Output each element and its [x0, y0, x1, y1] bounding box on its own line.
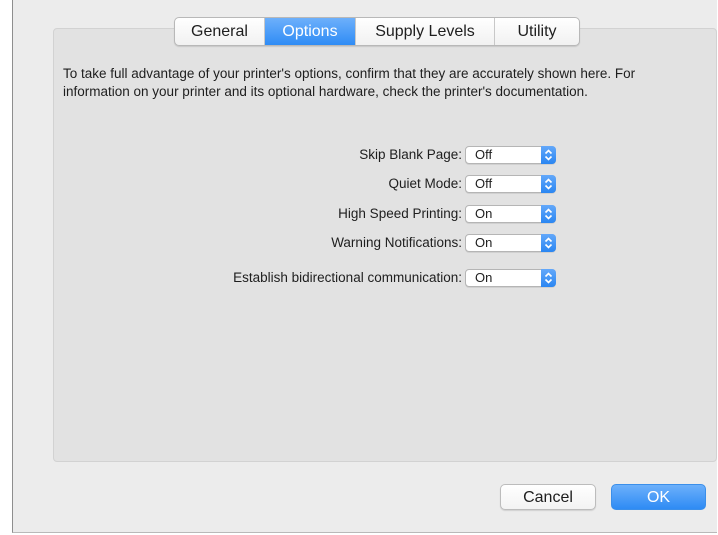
tab-general[interactable]: General: [175, 18, 265, 45]
popup-value: On: [475, 206, 493, 221]
popup-value: On: [475, 270, 493, 285]
chevron-up-down-icon: [541, 205, 556, 223]
option-label: Establish bidirectional communication:: [233, 270, 462, 285]
cancel-button[interactable]: Cancel: [500, 484, 596, 510]
high-speed-printing-popup[interactable]: On: [465, 205, 556, 223]
option-row-warning-notifications: Warning Notifications: On: [150, 233, 570, 253]
popup-value: Off: [475, 147, 493, 162]
option-row-high-speed-printing: High Speed Printing: On: [150, 204, 570, 224]
option-label: Skip Blank Page:: [359, 147, 462, 162]
option-label: High Speed Printing:: [338, 206, 462, 221]
option-row-bidirectional-communication: Establish bidirectional communication: O…: [150, 268, 570, 288]
tab-options[interactable]: Options: [265, 18, 356, 45]
chevron-up-down-icon: [541, 269, 556, 287]
warning-notifications-popup[interactable]: On: [465, 234, 556, 252]
popup-value: On: [475, 235, 493, 250]
bidirectional-communication-popup[interactable]: On: [465, 269, 556, 287]
ok-button[interactable]: OK: [611, 484, 706, 510]
option-label: Quiet Mode:: [388, 176, 462, 191]
chevron-up-down-icon: [541, 146, 556, 164]
chevron-up-down-icon: [541, 175, 556, 193]
tab-bar: General Options Supply Levels Utility: [174, 17, 580, 46]
option-row-quiet-mode: Quiet Mode: Off: [150, 174, 570, 194]
quiet-mode-popup[interactable]: Off: [465, 175, 556, 193]
tab-supply-levels[interactable]: Supply Levels: [356, 18, 495, 45]
tab-utility[interactable]: Utility: [495, 18, 579, 45]
option-label: Warning Notifications:: [331, 235, 462, 250]
options-description: To take full advantage of your printer's…: [63, 66, 636, 99]
chevron-up-down-icon: [541, 234, 556, 252]
option-row-skip-blank-page: Skip Blank Page: Off: [150, 145, 570, 165]
skip-blank-page-popup[interactable]: Off: [465, 146, 556, 164]
popup-value: Off: [475, 176, 493, 191]
